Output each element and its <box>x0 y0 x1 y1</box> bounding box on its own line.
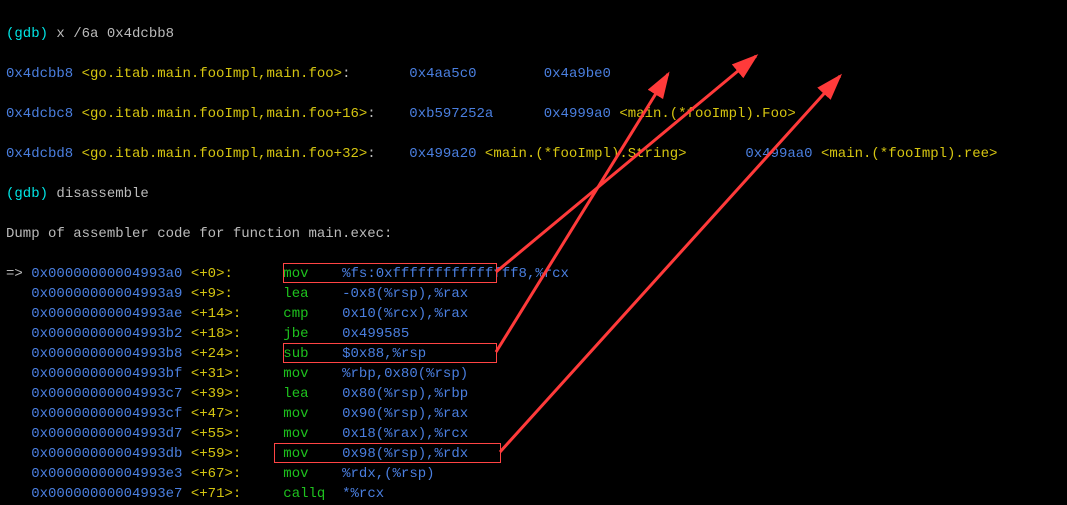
asm-row-0: => 0x00000000004993a0 <+0>: mov %fs:0xff… <box>6 264 1061 284</box>
dump-header: Dump of assembler code for function main… <box>6 224 1061 244</box>
gdb-command-disassemble: (gdb) disassemble <box>6 184 1061 204</box>
asm-row-3: 0x00000000004993b2 <+18>: jbe 0x499585 <box>6 324 1061 344</box>
asm-row-11: 0x00000000004993e7 <+71>: callq *%rcx <box>6 484 1061 504</box>
asm-row-10: 0x00000000004993e3 <+67>: mov %rdx,(%rsp… <box>6 464 1061 484</box>
asm-row-6: 0x00000000004993c7 <+39>: lea 0x80(%rsp)… <box>6 384 1061 404</box>
asm-row-1: 0x00000000004993a9 <+9>: lea -0x8(%rsp),… <box>6 284 1061 304</box>
asm-row-8: 0x00000000004993d7 <+55>: mov 0x18(%rax)… <box>6 424 1061 444</box>
asm-row-2: 0x00000000004993ae <+14>: cmp 0x10(%rcx)… <box>6 304 1061 324</box>
asm-row-4: 0x00000000004993b8 <+24>: sub $0x88,%rsp <box>6 344 1061 364</box>
assembly-listing: => 0x00000000004993a0 <+0>: mov %fs:0xff… <box>6 264 1061 505</box>
hex-row-2: 0x4dcbd8 <go.itab.main.fooImpl,main.foo+… <box>6 144 1061 164</box>
asm-row-9: 0x00000000004993db <+59>: mov 0x98(%rsp)… <box>6 444 1061 464</box>
gdb-command-examine: (gdb) x /6a 0x4dcbb8 <box>6 24 1061 44</box>
asm-row-7: 0x00000000004993cf <+47>: mov 0x90(%rsp)… <box>6 404 1061 424</box>
terminal-output: (gdb) x /6a 0x4dcbb8 0x4dcbb8 <go.itab.m… <box>0 0 1067 505</box>
asm-row-5: 0x00000000004993bf <+31>: mov %rbp,0x80(… <box>6 364 1061 384</box>
gdb-prompt: (gdb) <box>6 26 48 42</box>
hex-row-1: 0x4dcbc8 <go.itab.main.fooImpl,main.foo+… <box>6 104 1061 124</box>
hex-row-0: 0x4dcbb8 <go.itab.main.fooImpl,main.foo>… <box>6 64 1061 84</box>
